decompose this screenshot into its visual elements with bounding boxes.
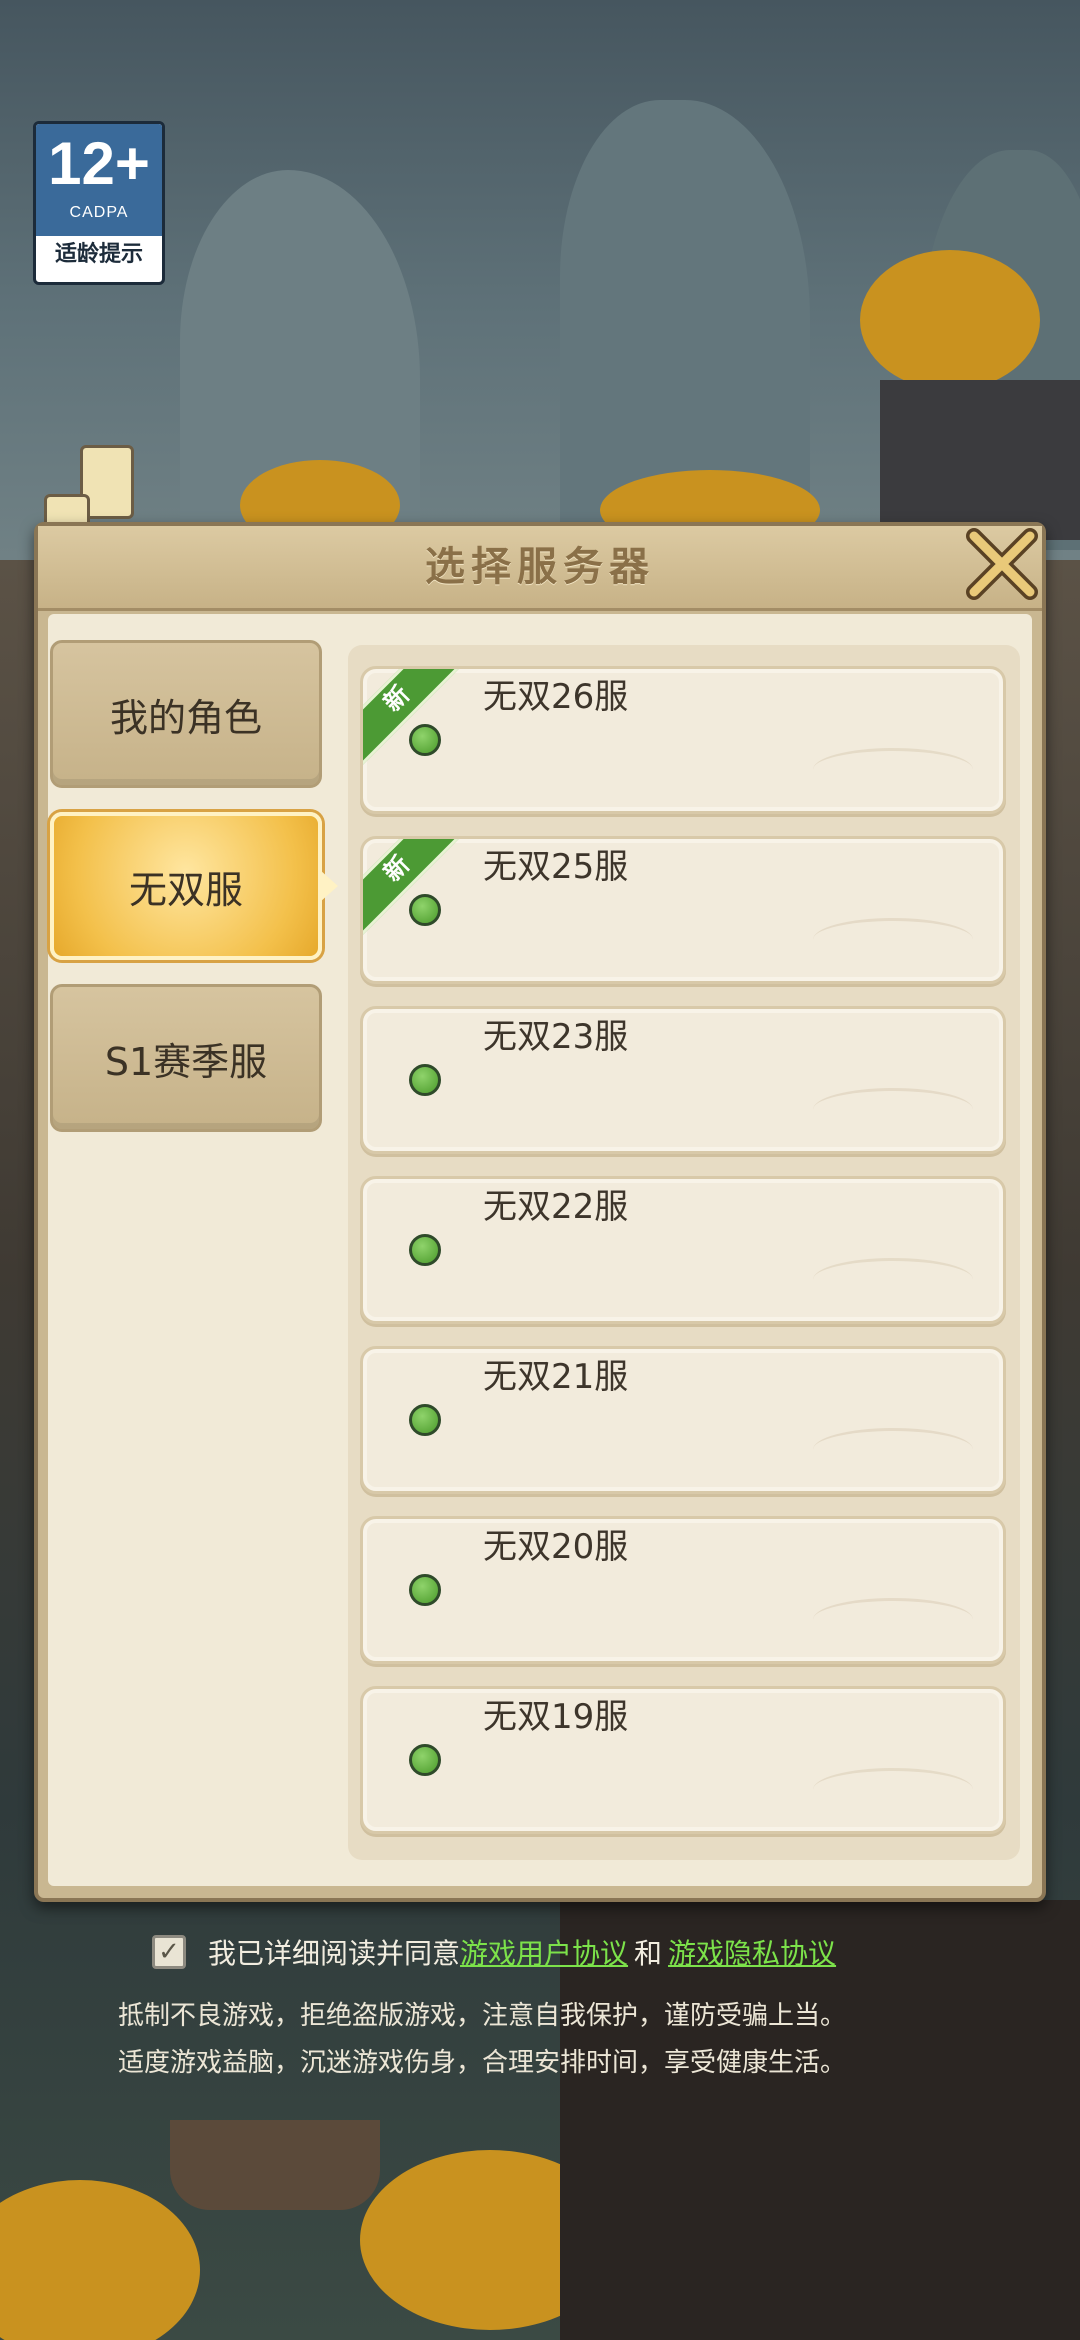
building-roof xyxy=(880,380,1080,540)
age-rating-badge: 12+ CADPA 适龄提示 xyxy=(33,121,165,285)
server-name: 无双25服 xyxy=(483,847,629,887)
age-rating-hint: 适龄提示 xyxy=(54,242,143,267)
age-rating-org: CADPA xyxy=(69,204,129,221)
close-x-icon xyxy=(966,528,1038,600)
status-online-icon xyxy=(409,1064,441,1096)
server-name: 无双21服 xyxy=(483,1357,629,1397)
tree xyxy=(860,250,1040,390)
server-name: 无双23服 xyxy=(483,1017,629,1057)
tab-label: S1赛季服 xyxy=(104,1039,268,1084)
privacy-policy-link[interactable]: 游戏隐私协议 xyxy=(668,1932,836,1972)
cloud-decoration xyxy=(813,918,973,961)
health-notice-line: 抵制不良游戏，拒绝盗版游戏，注意自我保护，谨防受骗上当。 xyxy=(118,2001,847,2031)
status-online-icon xyxy=(409,894,441,926)
server-item[interactable]: 无双22服 xyxy=(360,1176,1006,1324)
status-online-icon xyxy=(409,1234,441,1266)
server-name: 无双19服 xyxy=(483,1697,629,1737)
agreement-and: 和 xyxy=(634,1937,663,1970)
age-rating-number: 12+ xyxy=(48,130,150,197)
tab-label: 我的角色 xyxy=(109,695,262,740)
tab-s1-season-servers[interactable]: S1赛季服 xyxy=(50,984,322,1132)
status-online-icon xyxy=(409,1574,441,1606)
new-badge: 新 xyxy=(363,669,465,767)
cloud-decoration xyxy=(813,1088,973,1131)
cloud-decoration xyxy=(813,1598,973,1641)
server-item[interactable]: 新 无双25服 xyxy=(360,836,1006,984)
agreement-text: 我已详细阅读并同意 xyxy=(208,1937,461,1970)
cloud-decoration xyxy=(813,1428,973,1471)
server-item[interactable]: 无双21服 xyxy=(360,1346,1006,1494)
boat xyxy=(170,2120,380,2210)
cloud-decoration xyxy=(813,1768,973,1811)
health-notice: 抵制不良游戏，拒绝盗版游戏，注意自我保护，谨防受骗上当。 适度游戏益脑，沉迷游戏… xyxy=(118,1993,978,2087)
status-online-icon xyxy=(409,1744,441,1776)
new-badge: 新 xyxy=(363,839,465,937)
age-rating-top: 12+ CADPA xyxy=(36,124,162,236)
server-item[interactable]: 无双19服 xyxy=(360,1686,1006,1834)
tab-my-characters[interactable]: 我的角色 xyxy=(50,640,322,788)
status-online-icon xyxy=(409,1404,441,1436)
user-agreement-link[interactable]: 游戏用户协议 xyxy=(460,1932,628,1972)
tab-wushuang-servers[interactable]: 无双服 xyxy=(50,812,322,960)
server-item[interactable]: 新 无双26服 xyxy=(360,666,1006,814)
status-online-icon xyxy=(409,724,441,756)
checkmark-icon: ✓ xyxy=(158,1937,180,1967)
agreement-row: ✓ 我已详细阅读并同意 游戏用户协议 和 游戏隐私协议 xyxy=(152,1932,836,1972)
health-notice-line: 适度游戏益脑，沉迷游戏伤身，合理安排时间，享受健康生活。 xyxy=(118,2048,847,2078)
server-name: 无双26服 xyxy=(483,677,629,717)
server-item[interactable]: 无双23服 xyxy=(360,1006,1006,1154)
server-item[interactable]: 无双20服 xyxy=(360,1516,1006,1664)
server-name: 无双20服 xyxy=(483,1527,629,1567)
agreement-checkbox[interactable]: ✓ xyxy=(152,1935,186,1969)
dialog-header: 选择服务器 xyxy=(38,526,1042,611)
cloud-decoration xyxy=(813,1258,973,1301)
tab-label: 无双服 xyxy=(128,867,243,912)
dialog-title: 选择服务器 xyxy=(425,544,655,590)
close-button[interactable] xyxy=(960,522,1044,606)
server-name: 无双22服 xyxy=(483,1187,629,1227)
cloud-decoration xyxy=(813,748,973,791)
active-tab-pointer xyxy=(320,870,338,902)
